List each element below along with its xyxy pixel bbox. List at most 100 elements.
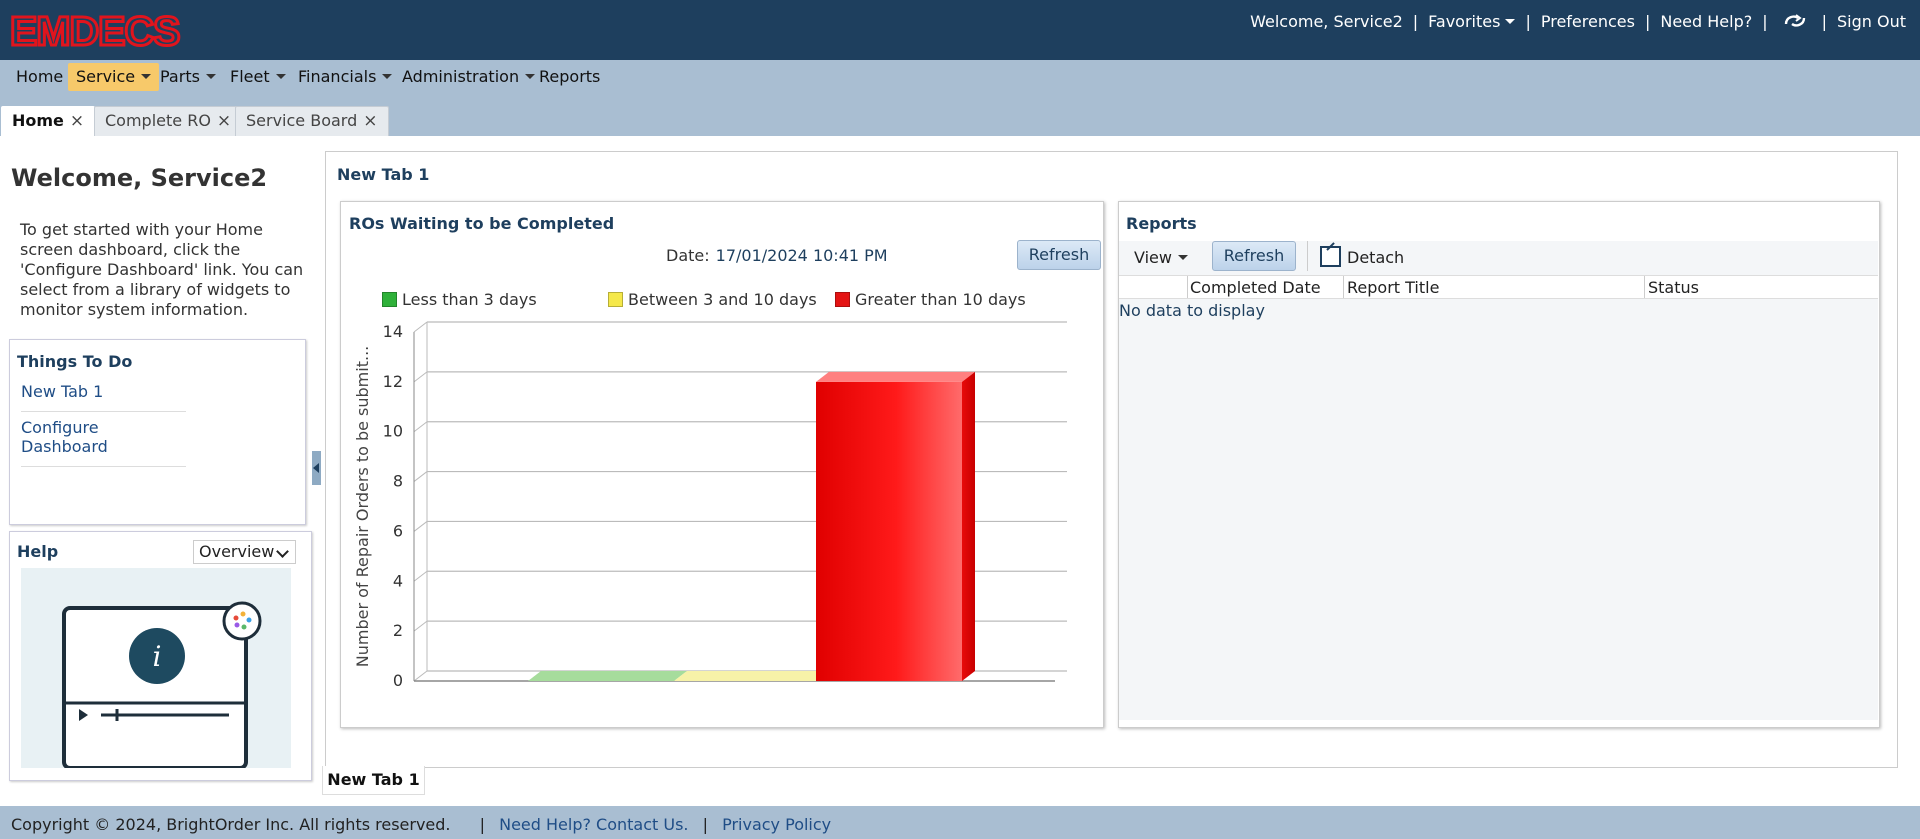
footer: Copyright © 2024, BrightOrder Inc. All r…: [0, 806, 1920, 839]
reports-title: Reports: [1126, 214, 1197, 233]
close-icon[interactable]: ×: [70, 111, 84, 131]
y-tick-label: 8: [393, 472, 403, 491]
header-sep: |: [1821, 11, 1827, 31]
legend-label: Between 3 and 10 days: [628, 290, 817, 309]
legend-label: Less than 3 days: [402, 290, 537, 309]
privacy-policy-link[interactable]: Privacy Policy: [722, 815, 831, 834]
column-status[interactable]: Status: [1648, 278, 1699, 297]
things-to-do-title: Things To Do: [17, 352, 133, 371]
menu-financials-label: Financials: [298, 67, 377, 86]
legend-item: Less than 3 days: [382, 290, 537, 309]
header-sep: |: [1644, 11, 1651, 31]
svg-text:i: i: [153, 640, 162, 673]
chart-bar-top: [816, 371, 975, 382]
detach-icon: [1320, 246, 1341, 267]
empty-state-text: No data to display: [1119, 301, 1265, 320]
date-value: 17/01/2024 10:41 PM: [715, 246, 888, 265]
chevron-down-icon: [141, 74, 152, 79]
column-completed-date[interactable]: Completed Date: [1190, 278, 1321, 297]
chevron-down-icon: [205, 74, 216, 79]
column-divider: [1644, 276, 1645, 298]
favorites-label: Favorites: [1428, 11, 1501, 31]
help-topic-value: Overview: [199, 542, 275, 561]
welcome-text: Welcome, Service2: [1250, 11, 1403, 31]
contact-link[interactable]: Need Help? Contact Us.: [499, 815, 688, 834]
copyright-text: Copyright © 2024, BrightOrder Inc. All r…: [11, 815, 451, 834]
main-menu: Home Service Parts Fleet Financials Admi…: [0, 60, 1920, 94]
menu-home[interactable]: Home: [8, 63, 71, 91]
menu-service[interactable]: Service: [68, 63, 160, 91]
y-axis-label: Number of Repair Orders to be submit...: [353, 346, 372, 668]
video-info-icon: i: [62, 601, 262, 770]
favorites-menu[interactable]: Favorites: [1424, 12, 1519, 31]
legend-swatch: [835, 292, 850, 307]
menu-service-label: Service: [76, 67, 136, 86]
menu-administration[interactable]: Administration: [394, 63, 543, 91]
tab-home-label: Home: [12, 111, 64, 130]
menu-fleet[interactable]: Fleet: [222, 63, 294, 91]
menu-parts[interactable]: Parts: [152, 63, 224, 91]
y-tick-label: 4: [393, 571, 403, 590]
header-sep: |: [1525, 11, 1531, 31]
menu-financials[interactable]: Financials: [290, 63, 400, 91]
y-tick-label: 12: [383, 372, 403, 391]
help-topic-select[interactable]: Overview: [193, 540, 296, 564]
todo-link-configure-dashboard[interactable]: Configure Dashboard: [21, 418, 186, 467]
y-tick-label: 10: [383, 422, 403, 441]
chart-bar: [674, 671, 833, 681]
ro-widget-title: ROs Waiting to be Completed: [349, 214, 615, 233]
menu-fleet-label: Fleet: [230, 67, 270, 86]
need-help-link[interactable]: Need Help?: [1656, 12, 1756, 31]
chart-gridline-diagonal: [413, 471, 428, 482]
tab-service-board[interactable]: Service Board ×: [235, 106, 389, 136]
dashboard-title: New Tab 1: [337, 165, 430, 184]
sign-out-link[interactable]: Sign Out: [1833, 12, 1910, 31]
preferences-link[interactable]: Preferences: [1537, 12, 1639, 31]
intro-text: To get started with your Home screen das…: [20, 220, 304, 319]
top-header: EMDECS Welcome, Service2 | Favorites | P…: [0, 0, 1920, 60]
ro-refresh-button[interactable]: Refresh: [1017, 240, 1101, 270]
chart-gridline-diagonal: [413, 371, 428, 383]
collapse-sidebar-handle[interactable]: [312, 451, 321, 485]
column-divider: [1187, 276, 1188, 298]
chart-bar-side: [962, 371, 975, 681]
chart-gridline-diagonal: [413, 321, 428, 333]
date-row: Date: 17/01/2024 10:41 PM: [666, 246, 888, 265]
column-report-title[interactable]: Report Title: [1347, 278, 1439, 297]
reports-table: [1119, 275, 1878, 720]
todo-link-new-tab[interactable]: New Tab 1: [21, 382, 186, 412]
legend-swatch: [382, 292, 397, 307]
legend-label: Greater than 10 days: [855, 290, 1026, 309]
y-tick-label: 0: [393, 671, 403, 690]
sync-icon[interactable]: [1782, 12, 1808, 30]
header-links: Welcome, Service2 | Favorites | Preferen…: [1246, 10, 1910, 32]
chevron-down-icon: [1505, 18, 1516, 24]
detach-button[interactable]: Detach: [1320, 246, 1404, 270]
chart-gridline-diagonal: [413, 570, 428, 582]
reports-view-menu[interactable]: View: [1134, 246, 1188, 270]
y-tick-label: 2: [393, 621, 403, 640]
header-sep: |: [1412, 11, 1419, 31]
chart-gridline-diagonal: [413, 521, 428, 532]
close-icon[interactable]: ×: [217, 111, 231, 131]
chart-gridline-diagonal: [413, 670, 428, 682]
chevron-down-icon: [276, 545, 289, 558]
help-video-illustration[interactable]: i: [21, 568, 291, 770]
y-tick-label: 6: [393, 521, 403, 540]
chart-gridline-diagonal: [413, 421, 428, 433]
chevron-down-icon: [1177, 255, 1188, 260]
tab-complete-ro-label: Complete RO: [105, 111, 211, 130]
tab-home[interactable]: Home ×: [1, 106, 96, 138]
tab-complete-ro[interactable]: Complete RO ×: [94, 106, 243, 136]
menu-reports[interactable]: Reports: [531, 63, 608, 91]
chevron-down-icon: [275, 74, 286, 79]
column-divider: [1343, 276, 1344, 298]
legend-swatch: [608, 292, 623, 307]
chart-bar: [816, 381, 962, 681]
tab-service-board-label: Service Board: [246, 111, 358, 130]
reports-refresh-button[interactable]: Refresh: [1212, 241, 1296, 271]
close-icon[interactable]: ×: [363, 111, 377, 131]
chevron-down-icon: [382, 74, 393, 79]
menu-administration-label: Administration: [402, 67, 520, 86]
dashboard-tab-new-tab-1[interactable]: New Tab 1: [322, 766, 425, 795]
